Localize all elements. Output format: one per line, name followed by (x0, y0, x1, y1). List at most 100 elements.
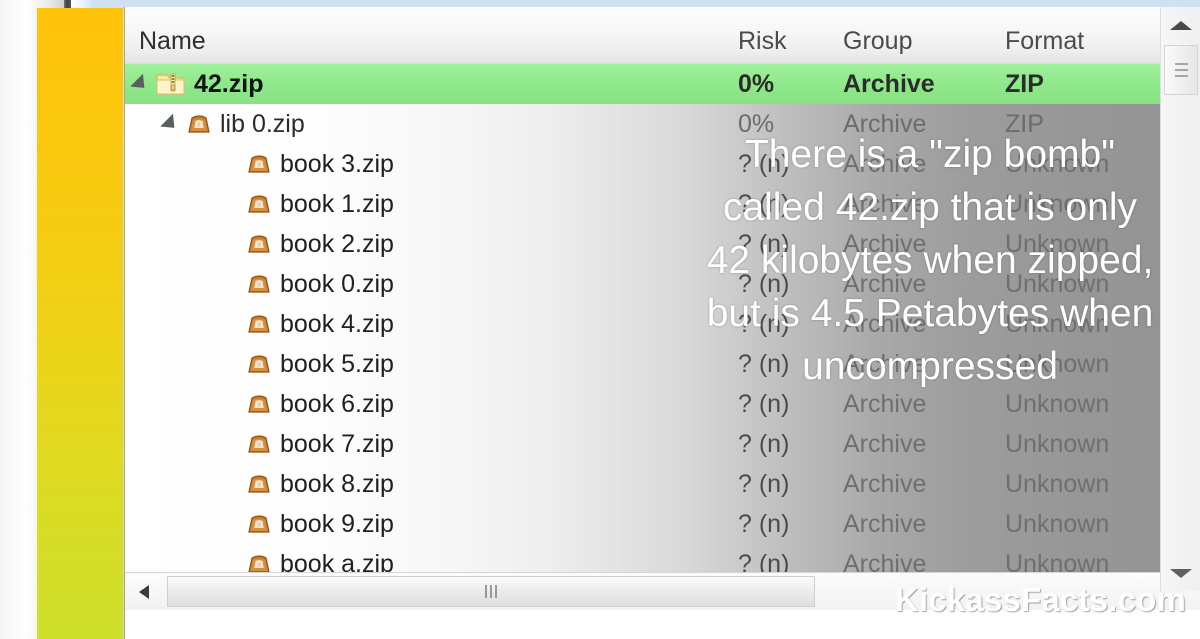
row-name-cell: book 0.zip (125, 270, 394, 298)
column-header-name[interactable]: Name (139, 27, 206, 56)
row-format-cell: Unknown (1005, 390, 1110, 418)
column-header-risk[interactable]: Risk (738, 27, 787, 56)
side-accent-panel (37, 8, 123, 639)
row-format-cell: Unknown (1005, 190, 1110, 218)
file-name-label: book 2.zip (280, 230, 394, 258)
archive-zip-icon (186, 112, 212, 136)
file-name-label: book 3.zip (280, 150, 394, 178)
file-name-label: book 8.zip (280, 470, 394, 498)
column-header-row: Name Risk Group Format (125, 7, 1200, 64)
row-name-cell: book 4.zip (125, 310, 394, 338)
file-name-label: book 4.zip (280, 310, 394, 338)
row-risk-cell: ? (n) (738, 350, 790, 378)
row-group-cell: Archive (843, 110, 927, 138)
file-name-label: 42.zip (194, 70, 264, 98)
table-row[interactable]: book 1.zip ? (n) Archive Unknown (125, 184, 1200, 224)
row-name-cell: 42.zip (125, 70, 263, 98)
row-risk-cell: ? (n) (738, 430, 790, 458)
grip-icon (1174, 63, 1188, 77)
vertical-scrollbar[interactable] (1160, 7, 1200, 591)
file-name-label: book 0.zip (280, 270, 394, 298)
file-name-label: book 5.zip (280, 350, 394, 378)
row-format-cell: Unknown (1005, 470, 1110, 498)
row-risk-cell: ? (n) (738, 510, 790, 538)
row-name-cell: book 7.zip (125, 430, 394, 458)
row-risk-cell: ? (n) (738, 270, 790, 298)
row-risk-cell: ? (n) (738, 310, 790, 338)
archive-zip-icon (246, 392, 272, 416)
row-format-cell: Unknown (1005, 150, 1110, 178)
row-name-cell: book 2.zip (125, 230, 394, 258)
row-group-cell: Archive (843, 230, 927, 258)
chevron-expanded-icon[interactable] (130, 73, 151, 95)
table-row[interactable]: book 6.zip ? (n) Archive Unknown (125, 384, 1200, 424)
table-row[interactable]: book 3.zip ? (n) Archive Unknown (125, 144, 1200, 184)
file-name-label: book 9.zip (280, 510, 394, 538)
table-row[interactable]: book 8.zip ? (n) Archive Unknown (125, 464, 1200, 504)
archive-zip-icon (246, 432, 272, 456)
row-risk-cell: ? (n) (738, 190, 790, 218)
table-row[interactable]: book 7.zip ? (n) Archive Unknown (125, 424, 1200, 464)
vertical-scrollbar-thumb[interactable] (1164, 45, 1198, 95)
arrow-up-icon (1170, 20, 1192, 30)
row-risk-cell: 0% (738, 110, 775, 138)
folder-zip-icon (156, 71, 186, 97)
row-group-cell: Archive (843, 390, 927, 418)
row-format-cell: Unknown (1005, 310, 1110, 338)
row-group-cell: Archive (843, 310, 927, 338)
table-row[interactable]: book 0.zip ? (n) Archive Unknown (125, 264, 1200, 304)
row-risk-cell: ? (n) (738, 230, 790, 258)
row-group-cell: Archive (843, 350, 927, 378)
archive-zip-icon (246, 272, 272, 296)
table-row[interactable]: 42.zip 0% Archive ZIP (125, 64, 1200, 104)
row-name-cell: book 3.zip (125, 150, 394, 178)
chevron-expanded-icon[interactable] (160, 113, 181, 135)
row-format-cell: ZIP (1005, 110, 1044, 138)
row-name-cell: book 5.zip (125, 350, 394, 378)
archive-zip-icon (246, 232, 272, 256)
archive-zip-icon (246, 312, 272, 336)
table-row[interactable]: book 2.zip ? (n) Archive Unknown (125, 224, 1200, 264)
row-format-cell: Unknown (1005, 350, 1110, 378)
file-name-label: book 6.zip (280, 390, 394, 418)
table-row[interactable]: book 5.zip ? (n) Archive Unknown (125, 344, 1200, 384)
row-group-cell: Archive (843, 270, 927, 298)
row-format-cell: Unknown (1005, 430, 1110, 458)
archive-zip-icon (246, 472, 272, 496)
row-group-cell: Archive (843, 190, 927, 218)
row-risk-cell: 0% (738, 70, 775, 98)
row-name-cell: book 8.zip (125, 470, 394, 498)
arrow-left-icon (139, 584, 149, 599)
archive-list-pane: Name Risk Group Format 42.zip 0% Archive ZI… (124, 7, 1200, 639)
table-row[interactable]: lib 0.zip 0% Archive ZIP (125, 104, 1200, 144)
file-name-label: lib 0.zip (220, 110, 305, 138)
horizontal-scrollbar-thumb[interactable] (167, 576, 815, 607)
archive-zip-icon (246, 512, 272, 536)
file-name-label: book 1.zip (280, 190, 394, 218)
row-name-cell: book 9.zip (125, 510, 394, 538)
column-header-format[interactable]: Format (1005, 27, 1084, 56)
row-group-cell: Archive (843, 150, 927, 178)
row-name-cell: book 6.zip (125, 390, 394, 418)
watermark: KickassFacts.com (894, 581, 1186, 618)
row-risk-cell: ? (n) (738, 150, 790, 178)
archive-zip-icon (246, 192, 272, 216)
scroll-up-button[interactable] (1163, 9, 1199, 41)
row-name-cell: lib 0.zip (125, 110, 305, 138)
row-group-cell: Archive (843, 510, 927, 538)
row-risk-cell: ? (n) (738, 390, 790, 418)
row-group-cell: Archive (843, 70, 935, 98)
screenshot-root: Name Risk Group Format 42.zip 0% Archive ZI… (0, 0, 1200, 639)
row-name-cell: book 1.zip (125, 190, 394, 218)
grip-icon (485, 585, 497, 598)
row-format-cell: Unknown (1005, 270, 1110, 298)
column-header-group[interactable]: Group (843, 27, 912, 56)
table-row[interactable]: book 9.zip ? (n) Archive Unknown (125, 504, 1200, 544)
row-format-cell: Unknown (1005, 230, 1110, 258)
row-risk-cell: ? (n) (738, 470, 790, 498)
file-tree-list[interactable]: 42.zip 0% Archive ZIP lib 0.zip 0% Archive ZIP b… (125, 64, 1200, 591)
scroll-left-button[interactable] (127, 575, 161, 608)
arrow-down-icon (1170, 568, 1192, 578)
table-row[interactable]: book 4.zip ? (n) Archive Unknown (125, 304, 1200, 344)
row-format-cell: ZIP (1005, 70, 1044, 98)
